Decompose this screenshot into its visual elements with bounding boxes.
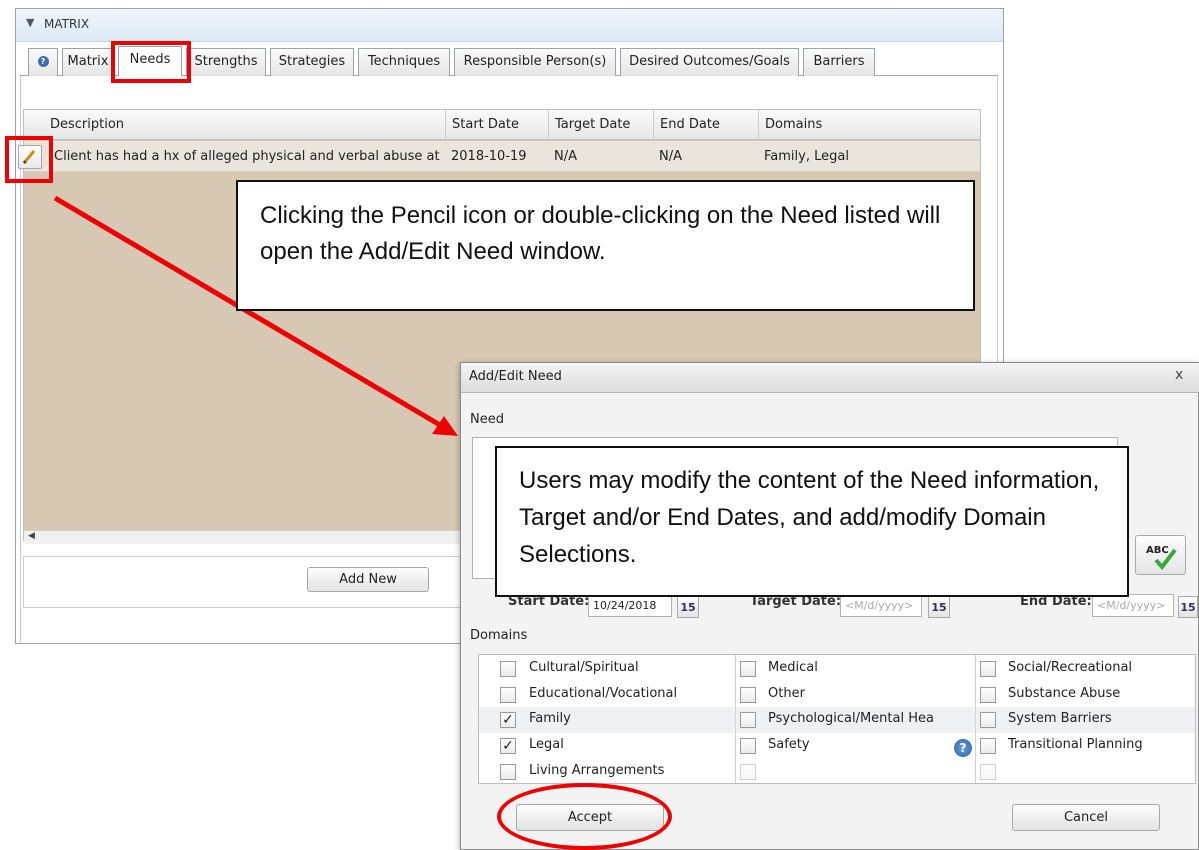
checkbox-empty[interactable]: [980, 764, 996, 780]
checkbox-legal[interactable]: ✓: [500, 738, 516, 754]
domain-label: Safety: [768, 737, 810, 752]
need-label: Need: [470, 412, 504, 427]
end-date-calendar-icon[interactable]: 15: [1178, 596, 1198, 618]
domains-label: Domains: [470, 628, 528, 643]
checkbox-transitional-planning[interactable]: [980, 738, 996, 754]
domain-label: Transitional Planning: [1008, 737, 1143, 752]
checkbox-other[interactable]: [740, 687, 756, 703]
checkbox-social-recreational[interactable]: [980, 661, 996, 677]
domain-label: Psychological/Mental Hea: [768, 711, 934, 726]
checkbox-psychological[interactable]: [740, 712, 756, 728]
domain-label: Cultural/Spiritual: [529, 660, 639, 675]
end-date-input[interactable]: <M/d/yyyy>: [1092, 594, 1174, 617]
dialog-title: Add/Edit Need: [469, 369, 562, 384]
domain-label: Educational/Vocational: [529, 686, 678, 701]
spellcheck-text: ABC: [1146, 545, 1169, 556]
domain-label: Other: [768, 686, 805, 701]
domain-label: Legal: [529, 737, 564, 752]
domain-label: System Barriers: [1008, 711, 1112, 726]
checkbox-living-arrangements[interactable]: [500, 764, 516, 780]
checkbox-family[interactable]: ✓: [500, 712, 516, 728]
callout-pencil: Clicking the Pencil icon or double-click…: [236, 180, 975, 311]
domain-label: Living Arrangements: [529, 763, 665, 778]
spellcheck-icon: ABC: [1146, 545, 1177, 571]
accept-highlight: [497, 783, 672, 850]
target-date-calendar-icon[interactable]: 15: [928, 596, 950, 618]
checkbox-substance-abuse[interactable]: [980, 687, 996, 703]
domains-column-divider: [735, 655, 736, 783]
checkbox-cultural-spiritual[interactable]: [500, 661, 516, 677]
checkbox-medical[interactable]: [740, 661, 756, 677]
checkbox-safety[interactable]: [740, 738, 756, 754]
start-date-calendar-icon[interactable]: 15: [677, 596, 699, 618]
help-icon[interactable]: ?: [954, 739, 972, 757]
checkbox-empty[interactable]: [740, 764, 756, 780]
target-date-input[interactable]: <M/d/yyyy>: [840, 594, 922, 617]
domains-column-divider: [975, 655, 976, 783]
spellcheck-button[interactable]: ABC: [1135, 535, 1186, 575]
checkbox-system-barriers[interactable]: [980, 712, 996, 728]
domain-label: Family: [529, 711, 571, 726]
callout-dialog: Users may modify the content of the Need…: [495, 446, 1129, 597]
start-date-input[interactable]: 10/24/2018: [588, 594, 672, 617]
close-icon[interactable]: x: [1175, 367, 1183, 383]
domain-label: Social/Recreational: [1008, 660, 1133, 675]
domain-label: Medical: [768, 660, 818, 675]
dialog-titlebar[interactable]: [461, 363, 1199, 393]
checkbox-educational-vocational[interactable]: [500, 687, 516, 703]
domain-label: Substance Abuse: [1008, 686, 1121, 701]
cancel-button[interactable]: Cancel: [1012, 804, 1160, 831]
